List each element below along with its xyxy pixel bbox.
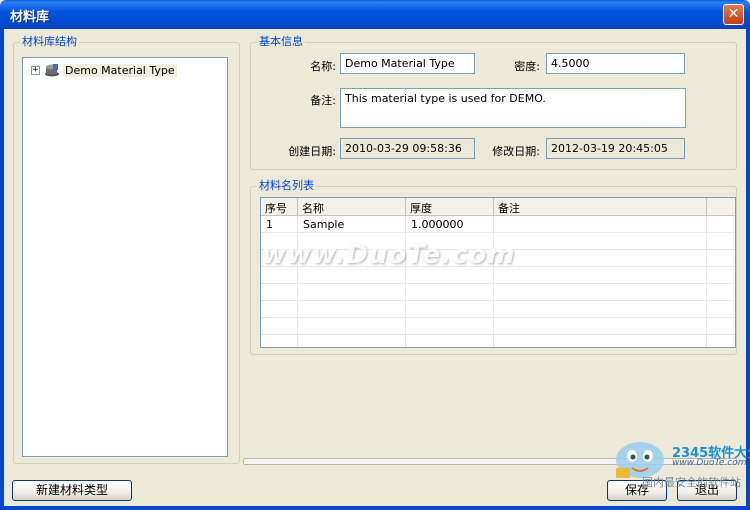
name-input[interactable]: Demo Material Type bbox=[340, 53, 475, 74]
table-row[interactable]: 1 Sample 1.000000 bbox=[261, 216, 735, 233]
cell-filler bbox=[707, 216, 735, 232]
material-list-label: 材料名列表 bbox=[257, 179, 316, 193]
column-header-note[interactable]: 备注 bbox=[494, 198, 707, 215]
column-header-name[interactable]: 名称 bbox=[298, 198, 406, 215]
watermark-badge: 2345软件大全 www.DuoTe.com 国内最安全的软件站 bbox=[610, 430, 750, 490]
badge-slogan-text: 国内最安全的软件站 bbox=[642, 476, 741, 489]
tree-item-demo-material-type[interactable]: + Demo Material Type bbox=[31, 62, 177, 78]
column-header-thickness[interactable]: 厚度 bbox=[406, 198, 494, 215]
badge-url-text: www.DuoTe.com bbox=[672, 458, 747, 468]
cell-index: 1 bbox=[261, 216, 298, 232]
empty-row bbox=[261, 284, 735, 301]
name-label: 名称: bbox=[310, 60, 336, 73]
table-header: 序号 名称 厚度 备注 bbox=[261, 198, 735, 216]
empty-row bbox=[261, 301, 735, 318]
new-material-type-button[interactable]: 新建材料类型 bbox=[12, 480, 132, 501]
created-date-label: 创建日期: bbox=[288, 145, 336, 158]
tree-item-label: Demo Material Type bbox=[63, 63, 177, 77]
modified-date-label: 修改日期: bbox=[492, 145, 540, 158]
cell-thickness: 1.000000 bbox=[406, 216, 494, 232]
note-textarea[interactable]: This material type is used for DEMO. bbox=[340, 88, 686, 128]
empty-row bbox=[261, 318, 735, 335]
window-title: 材料库 bbox=[10, 10, 50, 25]
library-tree[interactable]: + Demo Material Type bbox=[22, 57, 228, 457]
close-button[interactable]: ✕ bbox=[723, 4, 744, 25]
window-frame-left bbox=[0, 29, 4, 510]
expand-icon[interactable]: + bbox=[31, 65, 40, 75]
density-label: 密度: bbox=[514, 60, 540, 73]
density-input[interactable]: 4.5000 bbox=[546, 53, 685, 74]
created-date-field: 2010-03-29 09:58:36 bbox=[340, 138, 475, 159]
title-bar[interactable]: 材料库 ✕ bbox=[0, 0, 750, 29]
column-header-filler bbox=[707, 198, 735, 215]
column-header-index[interactable]: 序号 bbox=[261, 198, 298, 215]
library-structure-label: 材料库结构 bbox=[20, 35, 79, 49]
note-label: 备注: bbox=[310, 94, 336, 107]
watermark-text: www.DuoTe.com bbox=[262, 240, 516, 270]
window-frame-bottom bbox=[0, 506, 750, 510]
modified-date-field: 2012-03-19 20:45:05 bbox=[546, 138, 685, 159]
basic-info-label: 基本信息 bbox=[257, 35, 305, 49]
cell-name: Sample bbox=[298, 216, 406, 232]
material-type-icon bbox=[44, 63, 60, 77]
cell-note bbox=[494, 216, 707, 232]
material-table[interactable]: 序号 名称 厚度 备注 1 Sample 1.000000 bbox=[260, 197, 736, 348]
empty-row bbox=[261, 335, 735, 347]
